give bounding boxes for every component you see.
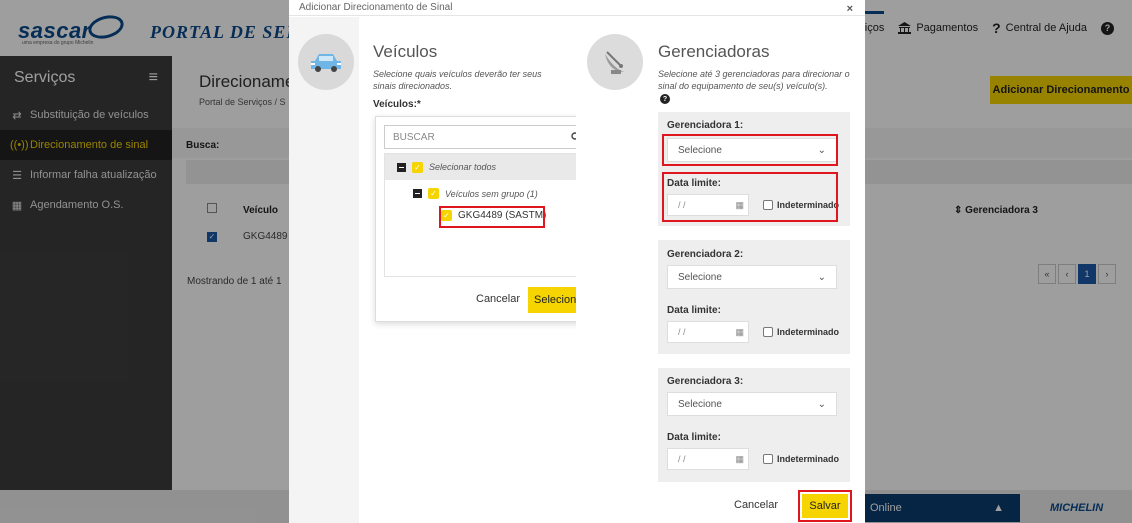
veiculos-title: Veículos (373, 42, 438, 61)
veiculos-description: Selecione quais veículos deverão ter seu… (373, 69, 542, 91)
car-icon (298, 34, 354, 90)
select-value: Selecione (678, 271, 722, 283)
indeterminado-label: Indeterminado (777, 327, 840, 337)
tree-select-all-row[interactable]: ✓ Selecionar todos (385, 154, 593, 180)
picker-cancel-button[interactable]: Cancelar (476, 293, 520, 305)
chevron-down-icon: ⌄ (817, 271, 826, 283)
add-direcionamento-modal: Adicionar Direcionamento de Sinal × Veíc… (289, 0, 865, 523)
modal-cancel-button[interactable]: Cancelar (734, 499, 778, 511)
checkbox-empty-icon[interactable] (763, 454, 773, 464)
gerenciadora-2-select[interactable]: Selecione ⌄ (667, 265, 837, 289)
data-limite-2-input[interactable]: / / ▦ (667, 321, 749, 343)
gerenciadora-2-label: Gerenciadora 2: (667, 249, 744, 260)
collapse-icon[interactable] (397, 162, 406, 172)
vehicle-search-input[interactable]: BUSCAR (384, 125, 590, 149)
satellite-dish-icon (587, 34, 643, 90)
veiculos-icon-column (289, 17, 359, 523)
highlight-box (798, 490, 852, 522)
calendar-icon[interactable]: ▦ (735, 327, 744, 338)
gerenciadora-3-select[interactable]: Selecione ⌄ (667, 392, 837, 416)
date-placeholder: / / (678, 327, 686, 337)
highlight-box (439, 206, 545, 228)
veiculos-field-label: Veículos:* (373, 99, 421, 110)
data-limite-label: Data limite: (667, 432, 721, 443)
indeterminado-2-checkbox[interactable]: Indeterminado (763, 327, 839, 337)
gerenciadoras-icon-column (576, 17, 646, 523)
tree-group-row[interactable]: ✓ Veículos sem grupo (1) (413, 188, 538, 199)
data-limite-3-input[interactable]: / / ▦ (667, 448, 749, 470)
gerenciadoras-description: Selecione até 3 gerenciadoras para direc… (658, 69, 850, 91)
highlight-box (662, 134, 838, 166)
gerenciadoras-title: Gerenciadoras (658, 42, 770, 61)
data-limite-label: Data limite: (667, 305, 721, 316)
indeterminado-label: Indeterminado (777, 454, 840, 464)
checkbox-checked-icon[interactable]: ✓ (412, 161, 423, 173)
collapse-icon[interactable] (413, 189, 422, 198)
select-all-label: Selecionar todos (429, 162, 497, 172)
vehicle-picker-dropdown: BUSCAR ✓ Selecionar todos ✓ Veículos sem… (375, 116, 599, 322)
gerenciadora-1-label: Gerenciadora 1: (667, 120, 744, 131)
group-label: Veículos sem grupo (1) (445, 188, 538, 199)
date-placeholder: / / (678, 454, 686, 464)
select-value: Selecione (678, 398, 722, 410)
modal-title: Adicionar Direcionamento de Sinal (299, 2, 453, 13)
search-placeholder: BUSCAR (393, 131, 435, 143)
gerenciadora-3-label: Gerenciadora 3: (667, 376, 744, 387)
calendar-icon[interactable]: ▦ (735, 454, 744, 465)
highlight-box (662, 172, 838, 222)
help-icon[interactable]: ? (660, 94, 670, 104)
chevron-down-icon: ⌄ (817, 398, 826, 410)
indeterminado-3-checkbox[interactable]: Indeterminado (763, 454, 839, 464)
checkbox-empty-icon[interactable] (763, 327, 773, 337)
close-icon[interactable]: × (847, 3, 853, 15)
vehicle-tree: ✓ Selecionar todos ✓ Veículos sem grupo … (384, 153, 594, 277)
modal-header: Adicionar Direcionamento de Sinal × (289, 0, 865, 16)
checkbox-checked-icon[interactable]: ✓ (428, 188, 439, 199)
